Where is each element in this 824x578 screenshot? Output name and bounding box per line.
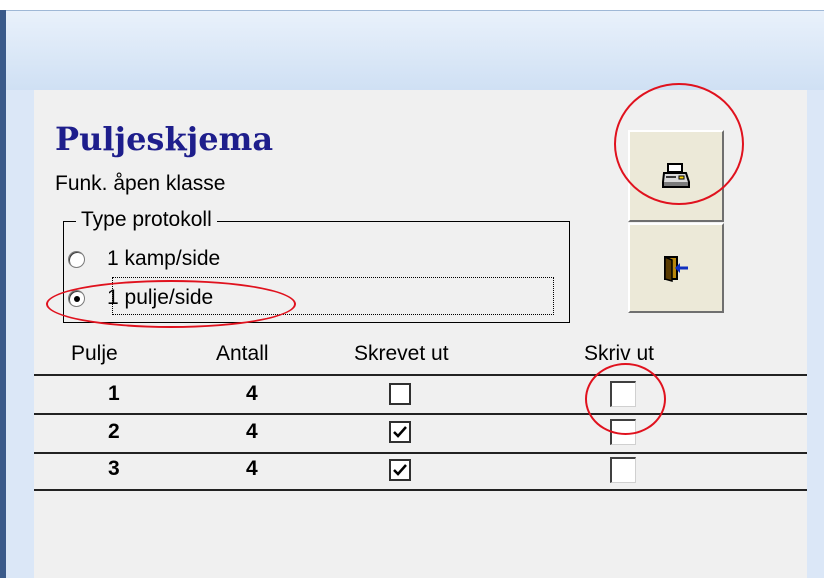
printer-icon	[662, 163, 690, 188]
column-header-skrevet-ut: Skrevet ut	[354, 342, 449, 365]
pulje-cell: 1	[108, 382, 120, 405]
printed-checkbox[interactable]	[389, 421, 411, 443]
pulje-cell: 3	[108, 457, 120, 480]
radio-selected-dot	[74, 295, 80, 302]
table-divider	[34, 374, 807, 376]
checkmark-icon	[393, 464, 407, 476]
exit-door-icon	[664, 255, 688, 282]
pulje-cell: 2	[108, 420, 120, 443]
print-button[interactable]	[628, 130, 724, 222]
column-header-pulje: Pulje	[71, 342, 118, 365]
radio-button-selected[interactable]	[68, 289, 85, 307]
table-divider	[34, 489, 807, 491]
antall-cell: 4	[246, 382, 258, 405]
radio-button[interactable]	[68, 250, 85, 268]
protocol-type-legend: Type protokoll	[76, 208, 217, 232]
form-title: Puljeskjema	[55, 120, 274, 158]
window-header	[6, 10, 824, 91]
antall-cell: 4	[246, 420, 258, 443]
print-checkbox[interactable]	[610, 381, 636, 407]
window-left-panel	[6, 90, 34, 578]
table-divider	[34, 413, 807, 415]
focus-rectangle	[112, 277, 554, 315]
printed-checkbox[interactable]	[389, 459, 411, 481]
radio-option-one-match[interactable]: 1 kamp/side	[68, 247, 220, 271]
radio-option-label: 1 kamp/side	[107, 247, 221, 270]
column-header-antall: Antall	[216, 342, 269, 365]
column-header-skriv-ut: Skriv ut	[584, 342, 655, 365]
antall-cell: 4	[246, 457, 258, 480]
table-divider	[34, 452, 807, 454]
checkmark-icon	[393, 426, 407, 438]
pool-schema-form: Puljeskjema Funk. åpen klasse Type proto…	[34, 83, 807, 578]
print-checkbox[interactable]	[610, 419, 636, 445]
top-strip	[0, 0, 824, 10]
print-checkbox[interactable]	[610, 457, 636, 483]
exit-button[interactable]	[628, 223, 724, 313]
printed-checkbox[interactable]	[389, 383, 411, 405]
window-right-panel	[807, 90, 824, 578]
form-subtitle: Funk. åpen klasse	[55, 172, 226, 195]
